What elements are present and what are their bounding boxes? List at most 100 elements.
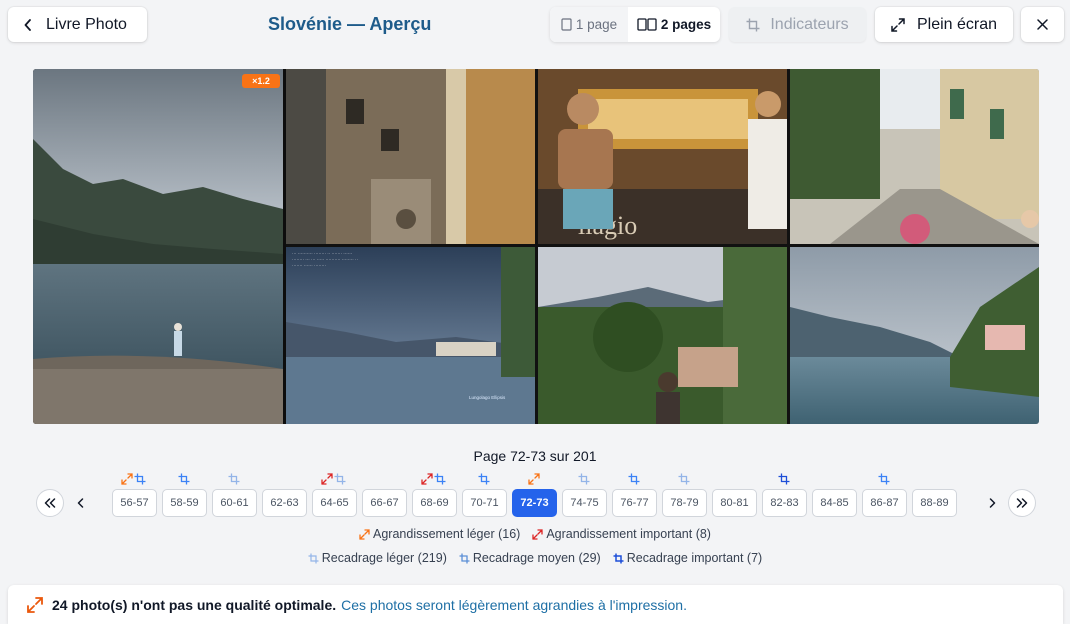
close-button[interactable] <box>1021 7 1064 42</box>
upscale-orange-icon <box>121 473 133 485</box>
crop-medium-icon <box>459 553 470 563</box>
legend-crop-medium: Recadrage moyen (29) <box>459 551 601 565</box>
page-button-56-57[interactable]: 56-57 <box>112 489 157 517</box>
page-button-68-69[interactable]: 68-69 <box>412 489 457 517</box>
page-button-86-87[interactable]: 86-87 <box>862 489 907 517</box>
next-page-button[interactable] <box>982 489 1002 517</box>
crop-blue-icon <box>478 473 490 485</box>
page-button-82-83[interactable]: 82-83 <box>762 489 807 517</box>
first-page-button[interactable] <box>36 489 64 517</box>
chevron-left-icon <box>77 498 83 508</box>
stone-street-image <box>286 69 535 244</box>
page-quality-icons <box>0 473 1070 487</box>
single-page-label: 1 page <box>575 17 618 32</box>
photo-garden-view[interactable] <box>538 247 787 424</box>
double-page-option[interactable]: 2 pages <box>628 7 720 42</box>
page-button-72-73[interactable]: 72-73 <box>512 489 557 517</box>
page-button-88-89[interactable]: 88-89 <box>912 489 957 517</box>
page-button-84-85[interactable]: 84-85 <box>812 489 857 517</box>
crop-light-icon <box>308 553 319 563</box>
quality-warning-banner: 24 photo(s) n'ont pas une qualité optima… <box>8 585 1063 624</box>
quality-warning-count: 24 photo(s) n'ont pas une qualité optima… <box>52 596 337 613</box>
legend-upscale-light-label: Agrandissement léger (16) <box>373 527 521 541</box>
crop-blue-icon <box>878 473 890 485</box>
legend-upscale-strong-label: Agrandissement important (8) <box>546 527 711 541</box>
legend-crop-strong: Recadrage important (7) <box>613 551 762 565</box>
screen-overlay-text: ··· ·········· ········ ·· ······· ·····… <box>292 251 358 268</box>
upscale-red-icon <box>321 473 333 485</box>
page-button-74-75[interactable]: 74-75 <box>562 489 607 517</box>
page-button-62-63[interactable]: 62-63 <box>262 489 307 517</box>
close-icon <box>1037 19 1048 30</box>
legend-crop-light: Recadrage léger (219) <box>308 551 447 565</box>
crop-blue-icon <box>178 473 190 485</box>
double-page-icon <box>637 18 657 31</box>
lake-villa-image <box>790 247 1039 424</box>
page-buttons-track: 56-57 58-59 60-61 62-63 64-65 66-67 68-69 70-71… <box>100 489 1008 517</box>
lake-child-image <box>33 69 283 424</box>
single-page-option[interactable]: 1 page <box>550 7 628 42</box>
screen-caption: Lungolago Ellipsis <box>469 395 506 400</box>
top-bar: Livre Photo Slovénie — Aperçu 1 page 2 p… <box>0 0 1070 52</box>
upscale-strong-icon <box>532 528 543 540</box>
indicators-label: Indicateurs <box>770 15 849 33</box>
crop-light-icon <box>334 473 346 485</box>
back-button[interactable]: Livre Photo <box>8 7 147 42</box>
page-button-60-61[interactable]: 60-61 <box>212 489 257 517</box>
photo-lake-screenshot[interactable]: ··· ·········· ········ ·· ······· ·····… <box>286 247 535 424</box>
photo-lake-villa[interactable] <box>790 247 1039 424</box>
last-page-button[interactable] <box>1008 489 1036 517</box>
single-page-icon <box>561 18 572 31</box>
crop-blue-icon <box>628 473 640 485</box>
page-button-78-79[interactable]: 78-79 <box>662 489 707 517</box>
chevron-left-icon <box>24 18 32 31</box>
page-button-70-71[interactable]: 70-71 <box>462 489 507 517</box>
double-chevron-right-icon <box>1016 498 1028 508</box>
photo-spread: ×1.2 llagio <box>33 69 1039 424</box>
upscale-badge-label: ×1.2 <box>252 76 270 86</box>
upscale-badge: ×1.2 <box>242 74 280 88</box>
crop-icon <box>746 18 760 31</box>
page-button-76-77[interactable]: 76-77 <box>612 489 657 517</box>
fullscreen-label: Plein écran <box>916 15 998 33</box>
double-chevron-left-icon <box>44 498 56 508</box>
indicators-button[interactable]: Indicateurs <box>729 7 866 42</box>
expand-icon <box>891 17 905 32</box>
legend-crop-light-label: Recadrage léger (219) <box>321 551 447 565</box>
pagination: 56-57 58-59 60-61 62-63 64-65 66-67 68-69 70-71… <box>36 489 1036 517</box>
page-button-58-59[interactable]: 58-59 <box>162 489 207 517</box>
photo-stone-street[interactable] <box>286 69 535 244</box>
legend-crop-medium-label: Recadrage moyen (29) <box>472 551 601 565</box>
upscale-light-icon <box>359 528 370 540</box>
page-button-64-65[interactable]: 64-65 <box>312 489 357 517</box>
quality-warning-info: Ces photos seront légèrement agrandies à… <box>341 596 687 613</box>
photo-children-chess[interactable]: llagio <box>538 69 787 244</box>
fullscreen-button[interactable]: Plein écran <box>875 7 1013 42</box>
garden-view-image <box>538 247 787 424</box>
legend-crop-strong-label: Recadrage important (7) <box>626 551 763 565</box>
page-button-66-67[interactable]: 66-67 <box>362 489 407 517</box>
crop-blue-icon <box>434 473 446 485</box>
upscale-red-icon <box>421 473 433 485</box>
double-page-label: 2 pages <box>660 17 712 32</box>
crop-strong-icon <box>613 553 624 563</box>
page-indicator: Page 72-73 sur 201 <box>473 448 597 464</box>
back-button-label: Livre Photo <box>46 15 127 33</box>
page-button-80-81[interactable]: 80-81 <box>712 489 757 517</box>
legend-upscale: Agrandissement léger (16) Agrandissement… <box>0 527 1070 541</box>
upscale-orange-icon <box>527 473 540 485</box>
photo-narrow-lane[interactable] <box>790 69 1039 244</box>
crop-blue-icon <box>134 473 146 485</box>
legend-upscale-light: Agrandissement léger (16) <box>359 527 520 541</box>
legend-upscale-strong: Agrandissement important (8) <box>532 527 711 541</box>
page-title: Slovénie — Aperçu <box>268 14 432 34</box>
children-chess-image: llagio <box>538 69 787 244</box>
crop-light-icon <box>228 473 240 485</box>
upscale-warning-icon <box>27 596 43 613</box>
crop-dark-icon <box>778 473 790 485</box>
crop-light-icon <box>678 473 690 485</box>
narrow-lane-image <box>790 69 1039 244</box>
legend-crop: Recadrage léger (219) Recadrage moyen (2… <box>0 551 1070 565</box>
prev-page-button[interactable] <box>70 489 90 517</box>
photo-lake-child[interactable]: ×1.2 <box>33 69 283 424</box>
